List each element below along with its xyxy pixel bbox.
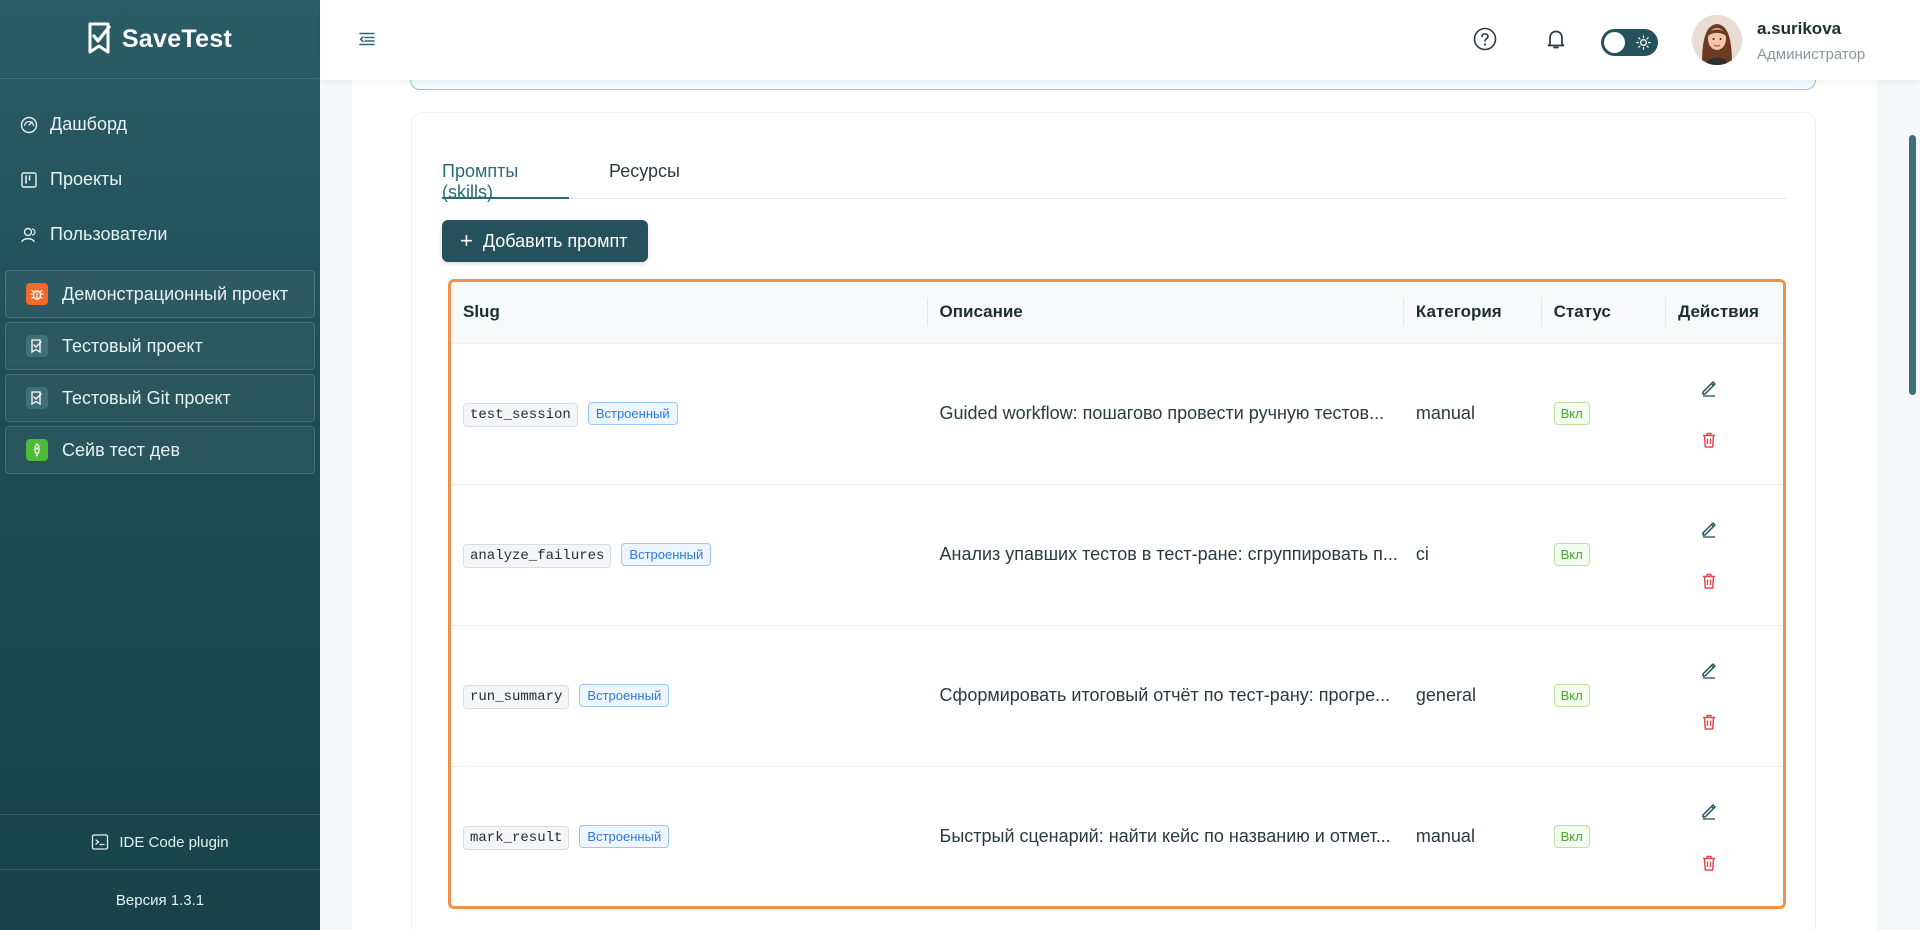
prompts-card: Промпты (skills) Ресурсы + Добавить пром… (411, 112, 1816, 930)
edit-icon[interactable] (1700, 661, 1718, 679)
app-version: Версия 1.3.1 (115, 891, 205, 909)
dashboard-icon (20, 116, 38, 133)
brand[interactable]: SaveTest (0, 0, 320, 79)
row-actions (1678, 802, 1783, 872)
project-label: Сейв тест дев (62, 439, 181, 460)
delete-icon[interactable] (1700, 431, 1718, 449)
column-header-category[interactable]: Категория (1404, 282, 1542, 343)
theme-toggle[interactable] (1601, 29, 1658, 56)
edit-icon[interactable] (1700, 520, 1718, 538)
project-item-save-test-dev[interactable]: Сейв тест дев (5, 426, 315, 474)
category-cell: manual (1415, 826, 1475, 847)
column-header-description[interactable]: Описание (928, 282, 1405, 343)
project-item-test-git[interactable]: Тестовый Git проект (5, 374, 315, 422)
prompts-table: Slug Описание Категория Статус Действия … (451, 282, 1783, 906)
status-badge: Вкл (1553, 402, 1590, 425)
table-row[interactable]: test_session Встроенный Guided workflow: … (451, 343, 1783, 484)
slug-code: test_session (463, 403, 578, 427)
avatar[interactable] (1692, 15, 1742, 65)
nav-item-dashboard[interactable]: Дашборд (0, 97, 320, 152)
project-label: Тестовый проект (62, 335, 203, 356)
user-name: a.surikova (1757, 19, 1842, 38)
checklist-icon (26, 335, 48, 357)
add-prompt-button[interactable]: + Добавить промпт (442, 220, 648, 262)
category-cell: ci (1415, 544, 1429, 564)
users-icon (21, 227, 36, 242)
bell-icon[interactable] (1543, 26, 1569, 52)
slug-code: run_summary (463, 685, 570, 709)
table-row[interactable]: run_summary Встроенный Сформировать итого… (451, 625, 1783, 766)
tabs: Промпты (skills) Ресурсы (442, 153, 1787, 202)
column-header-actions: Действия (1678, 302, 1759, 322)
tab-resources[interactable]: Ресурсы (609, 153, 680, 199)
delete-icon[interactable] (1700, 572, 1718, 590)
main-nav: Дашборд Проекты Пользователи (0, 79, 320, 262)
toggle-knob (1604, 32, 1625, 53)
ide-plugin-link[interactable]: IDE Code plugin (0, 814, 320, 870)
table-row[interactable]: analyze_failures Встроенный Анализ упавши… (451, 484, 1783, 625)
nav-item-projects[interactable]: Проекты (0, 152, 320, 207)
column-header-status[interactable]: Статус (1542, 282, 1667, 343)
row-actions (1678, 520, 1783, 590)
table-row[interactable]: mark_result Встроенный Быстрый сценарий: … (451, 766, 1783, 906)
plus-icon: + (460, 228, 473, 253)
project-item-test[interactable]: Тестовый проект (5, 322, 315, 370)
category-cell: general (1415, 685, 1476, 705)
scrollbar-thumb[interactable] (1909, 135, 1916, 395)
add-prompt-label: Добавить промпт (482, 230, 628, 251)
status-badge: Вкл (1553, 825, 1590, 849)
slug-code: mark_result (463, 826, 570, 851)
row-actions (1678, 661, 1783, 731)
project-label: Тестовый Git проект (62, 387, 231, 408)
savetest-logo-icon (88, 22, 111, 54)
nav-item-users[interactable]: Пользователи (0, 207, 320, 262)
prompts-table-container: Slug Описание Категория Статус Действия … (448, 279, 1786, 909)
description-cell: Быстрый сценарий: найти кейс по названию… (939, 826, 1391, 847)
delete-icon[interactable] (1700, 713, 1718, 731)
edit-icon[interactable] (1700, 379, 1718, 397)
builtin-badge: Встроенный (579, 825, 670, 849)
builtin-badge: Встроенный (587, 402, 678, 425)
nav-label-users: Пользователи (50, 224, 168, 244)
tab-prompts[interactable]: Промпты (skills) (442, 153, 569, 202)
description-cell: Анализ упавших тестов в тест-ране: сгруп… (939, 544, 1398, 564)
top-header: a.surikova Администратор (320, 0, 1920, 80)
ide-plugin-label: IDE Code plugin (119, 833, 229, 851)
nav-label-projects: Проекты (50, 169, 123, 189)
builtin-badge: Встроенный (579, 684, 670, 707)
menu-collapse-icon[interactable] (358, 30, 376, 48)
sidebar-footer: IDE Code plugin Версия 1.3.1 (0, 814, 320, 930)
help-icon[interactable] (1472, 26, 1498, 52)
user-role: Администратор (1757, 46, 1866, 63)
sun-icon (1636, 35, 1651, 50)
category-cell: manual (1415, 403, 1475, 423)
slug-code: analyze_failures (463, 544, 612, 568)
edit-icon[interactable] (1700, 802, 1718, 820)
status-badge: Вкл (1553, 684, 1590, 707)
rocket-icon (26, 439, 48, 461)
status-badge: Вкл (1553, 543, 1590, 566)
delete-icon[interactable] (1700, 854, 1718, 872)
project-label: Демонстрационный проект (62, 283, 289, 304)
checklist-icon (26, 387, 48, 409)
nav-label-dashboard: Дашборд (50, 114, 128, 134)
projects-icon (21, 171, 37, 188)
main-area: Промпты (skills) Ресурсы + Добавить пром… (320, 0, 1920, 930)
row-actions (1678, 379, 1783, 449)
project-item-demo[interactable]: Демонстрационный проект (5, 270, 315, 318)
table-header-row: Slug Описание Категория Статус Действия (451, 282, 1783, 343)
bug-icon (26, 283, 48, 305)
description-cell: Сформировать итоговый отчёт по тест-рану… (939, 685, 1391, 705)
brand-name: SaveTest (121, 24, 233, 53)
column-header-slug[interactable]: Slug (451, 282, 928, 343)
description-cell: Guided workflow: пошагово провести ручну… (939, 403, 1385, 423)
terminal-icon (92, 834, 109, 850)
builtin-badge: Встроенный (621, 543, 712, 566)
sidebar: SaveTest Дашборд Проекты Пользователи Де… (0, 0, 320, 930)
project-list: Демонстрационный проект Тестовый проект … (0, 270, 320, 474)
